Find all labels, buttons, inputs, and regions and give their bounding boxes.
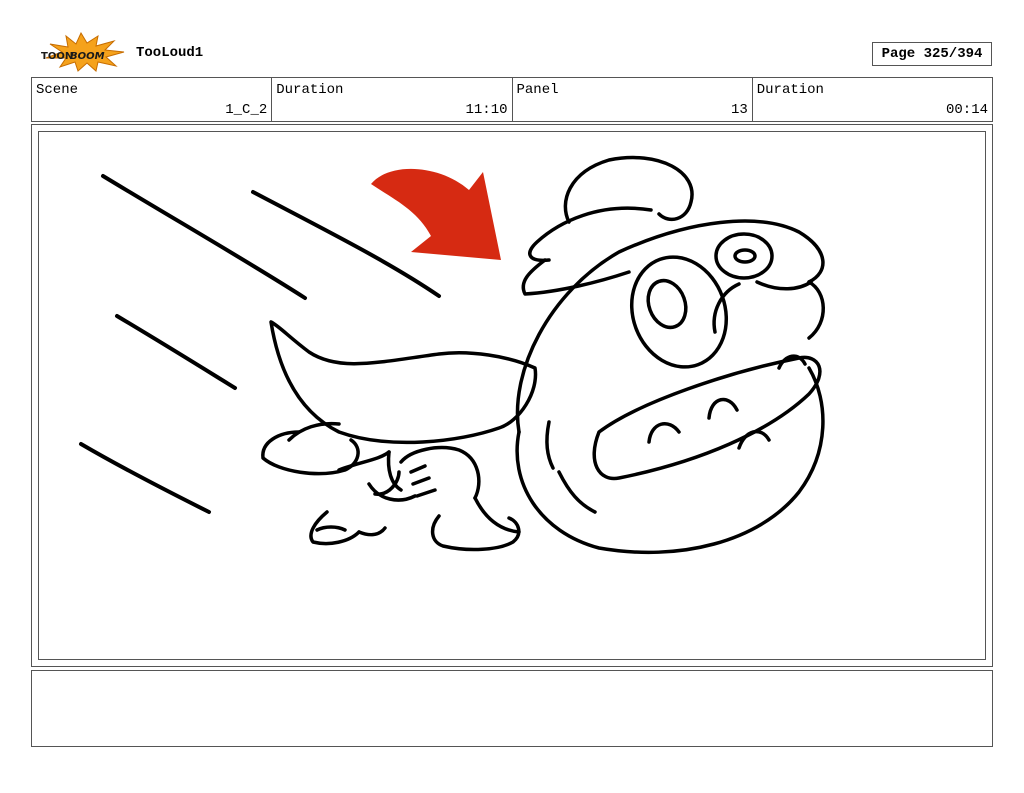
page-number: Page 325/394 — [872, 42, 992, 66]
scene-info-bar: Scene 1_C_2 Duration 11:10 Panel 13 Dura… — [31, 77, 993, 122]
scene-cell: Scene 1_C_2 — [32, 78, 273, 121]
character-sketch — [261, 155, 825, 555]
scene-value: 1_C_2 — [225, 102, 268, 118]
panel-duration-label: Duration — [756, 82, 824, 98]
scene-duration-label: Duration — [276, 82, 344, 98]
panel-drawing — [79, 155, 825, 555]
panel-duration-cell: Duration 00:14 — [753, 78, 992, 121]
scene-duration-value: 11:10 — [465, 102, 508, 118]
panel-value: 13 — [730, 102, 748, 118]
panel-duration-value: 00:14 — [945, 102, 988, 118]
storyboard-panel — [31, 124, 993, 667]
toonboom-logo: TOON BOOM — [41, 32, 125, 72]
panel-cell: Panel 13 — [513, 78, 753, 121]
scene-duration-cell: Duration 11:10 — [272, 78, 513, 121]
panel-label: Panel — [516, 82, 559, 98]
scene-label: Scene — [36, 82, 79, 98]
speed-lines — [79, 174, 441, 514]
svg-text:TOON: TOON — [41, 51, 73, 62]
panel-notes-box — [31, 670, 993, 747]
svg-text:BOOM: BOOM — [70, 51, 105, 62]
project-title: TooLoud1 — [136, 45, 204, 61]
curved-arrow-icon — [371, 168, 501, 260]
panel-image-area — [38, 131, 986, 660]
